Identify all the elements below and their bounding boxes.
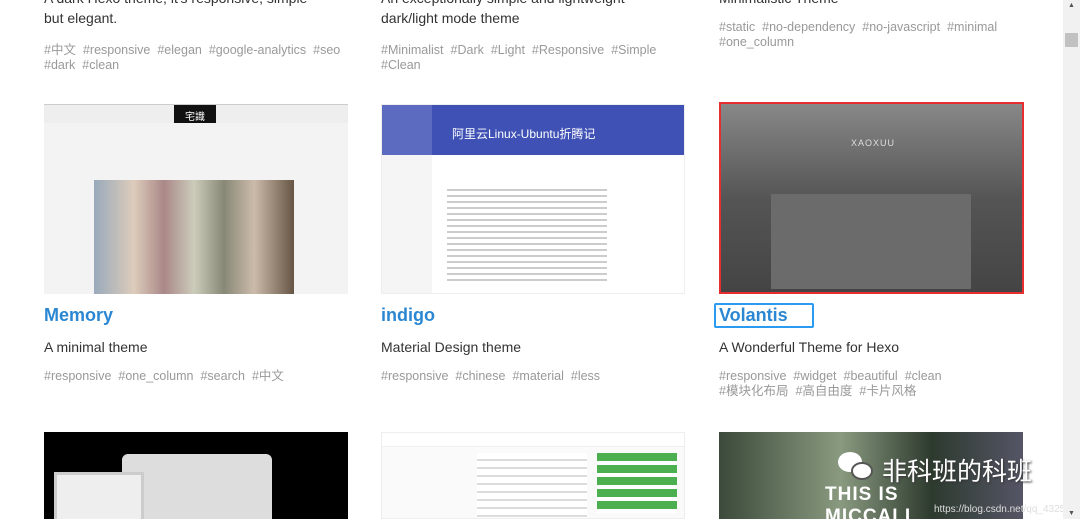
tag[interactable]: #material (512, 369, 563, 384)
theme-card: Material Design theme #responsive #chines… (381, 337, 686, 384)
theme-description: A Wonderful Theme for Hexo (719, 339, 900, 355)
tag[interactable]: #seo (313, 43, 340, 58)
tag[interactable]: #less (571, 369, 600, 384)
tag[interactable]: #responsive (44, 369, 111, 384)
theme-title-indigo[interactable]: indigo (381, 305, 435, 326)
tag[interactable]: #Light (491, 43, 525, 58)
thumbnail-heading: 阿里云Linux-Ubuntu折腾记 (452, 127, 596, 141)
tag[interactable]: #Minimalist (381, 43, 444, 58)
thumbnail-logo: XAOXUU (851, 138, 896, 148)
volantis-thumbnail[interactable]: XAOXUU (719, 102, 1024, 294)
tag[interactable]: #dark (44, 58, 75, 73)
tag[interactable]: #responsive (719, 369, 786, 384)
theme-thumbnail[interactable] (381, 432, 685, 519)
scroll-down-arrow-icon[interactable]: ▼ (1068, 510, 1075, 517)
tag[interactable]: #responsive (381, 369, 448, 384)
theme-card: An exceptionally simple and lightweight … (381, 0, 686, 73)
tag[interactable]: #中文 (252, 369, 284, 384)
theme-thumbnail[interactable] (44, 432, 348, 519)
theme-card: A minimal theme #responsive #one_column #s… (44, 337, 349, 384)
theme-description: A minimal theme (44, 339, 148, 355)
tag[interactable]: #widget (793, 369, 836, 384)
tag[interactable]: #google-analytics (209, 43, 306, 58)
watermark-brand: 非科班的科班 (882, 458, 1033, 486)
tag[interactable]: #beautiful (844, 369, 898, 384)
tag[interactable]: #one_column (118, 369, 193, 384)
tag[interactable]: #Simple (611, 43, 656, 58)
theme-description: A dark Hexo theme, it's responsive, simp… (44, 0, 307, 26)
tag[interactable]: #卡片风格 (859, 384, 916, 399)
theme-title-volantis[interactable]: Volantis (714, 303, 814, 328)
tag[interactable]: #chinese (455, 369, 505, 384)
theme-card: A Wonderful Theme for Hexo #responsive #w… (719, 337, 1024, 399)
tag-list: #responsive #chinese #material #less (381, 369, 686, 384)
theme-description: Minimalistic Theme (719, 0, 1024, 8)
memory-thumbnail[interactable]: 宅識 (44, 104, 348, 294)
tag[interactable]: #clean (82, 58, 119, 73)
tag[interactable]: #static (719, 20, 755, 35)
tag-list: #中文 #responsive #elegan #google-analytics #s… (44, 43, 349, 73)
theme-card: A dark Hexo theme, it's responsive, simp… (44, 0, 349, 73)
theme-card: Minimalistic Theme #static #no-dependency… (719, 0, 1024, 50)
tag[interactable]: #Responsive (532, 43, 604, 58)
tag[interactable]: #中文 (44, 43, 76, 58)
tag[interactable]: #one_column (719, 35, 794, 50)
wechat-icon (838, 452, 878, 482)
tag[interactable]: #模块化布局 (719, 384, 788, 399)
tag[interactable]: #responsive (83, 43, 150, 58)
watermark-url: https://blog.csdn.net/qq_43255017 (934, 504, 1080, 515)
tag[interactable]: #search (200, 369, 244, 384)
tag[interactable]: #高自由度 (795, 384, 852, 399)
tag[interactable]: #Dark (451, 43, 484, 58)
tag-list: #responsive #one_column #search #中文 (44, 369, 349, 384)
tag[interactable]: #elegan (157, 43, 202, 58)
theme-description: An exceptionally simple and lightweight … (381, 0, 625, 26)
tag[interactable]: #Clean (381, 58, 421, 73)
tag[interactable]: #minimal (947, 20, 997, 35)
scroll-up-arrow-icon[interactable]: ▲ (1068, 2, 1075, 9)
indigo-thumbnail[interactable]: 阿里云Linux-Ubuntu折腾记 (381, 104, 685, 294)
tag-list: #Minimalist #Dark #Light #Responsive #Simple… (381, 43, 686, 73)
theme-description: Material Design theme (381, 339, 522, 355)
thumbnail-heading: THIS IS MICCALL (825, 484, 918, 519)
scrollbar-thumb[interactable] (1065, 33, 1078, 47)
tag-list: #static #no-dependency #no-javascript #mini… (719, 20, 1024, 50)
tag[interactable]: #clean (905, 369, 942, 384)
tag[interactable]: #no-javascript (862, 20, 940, 35)
tag[interactable]: #no-dependency (762, 20, 855, 35)
vertical-scrollbar[interactable]: ▲ ▼ (1063, 0, 1080, 519)
tag-list: #responsive #widget #beautiful #clean #模块化布局… (719, 369, 1024, 399)
theme-title-memory[interactable]: Memory (44, 305, 113, 326)
